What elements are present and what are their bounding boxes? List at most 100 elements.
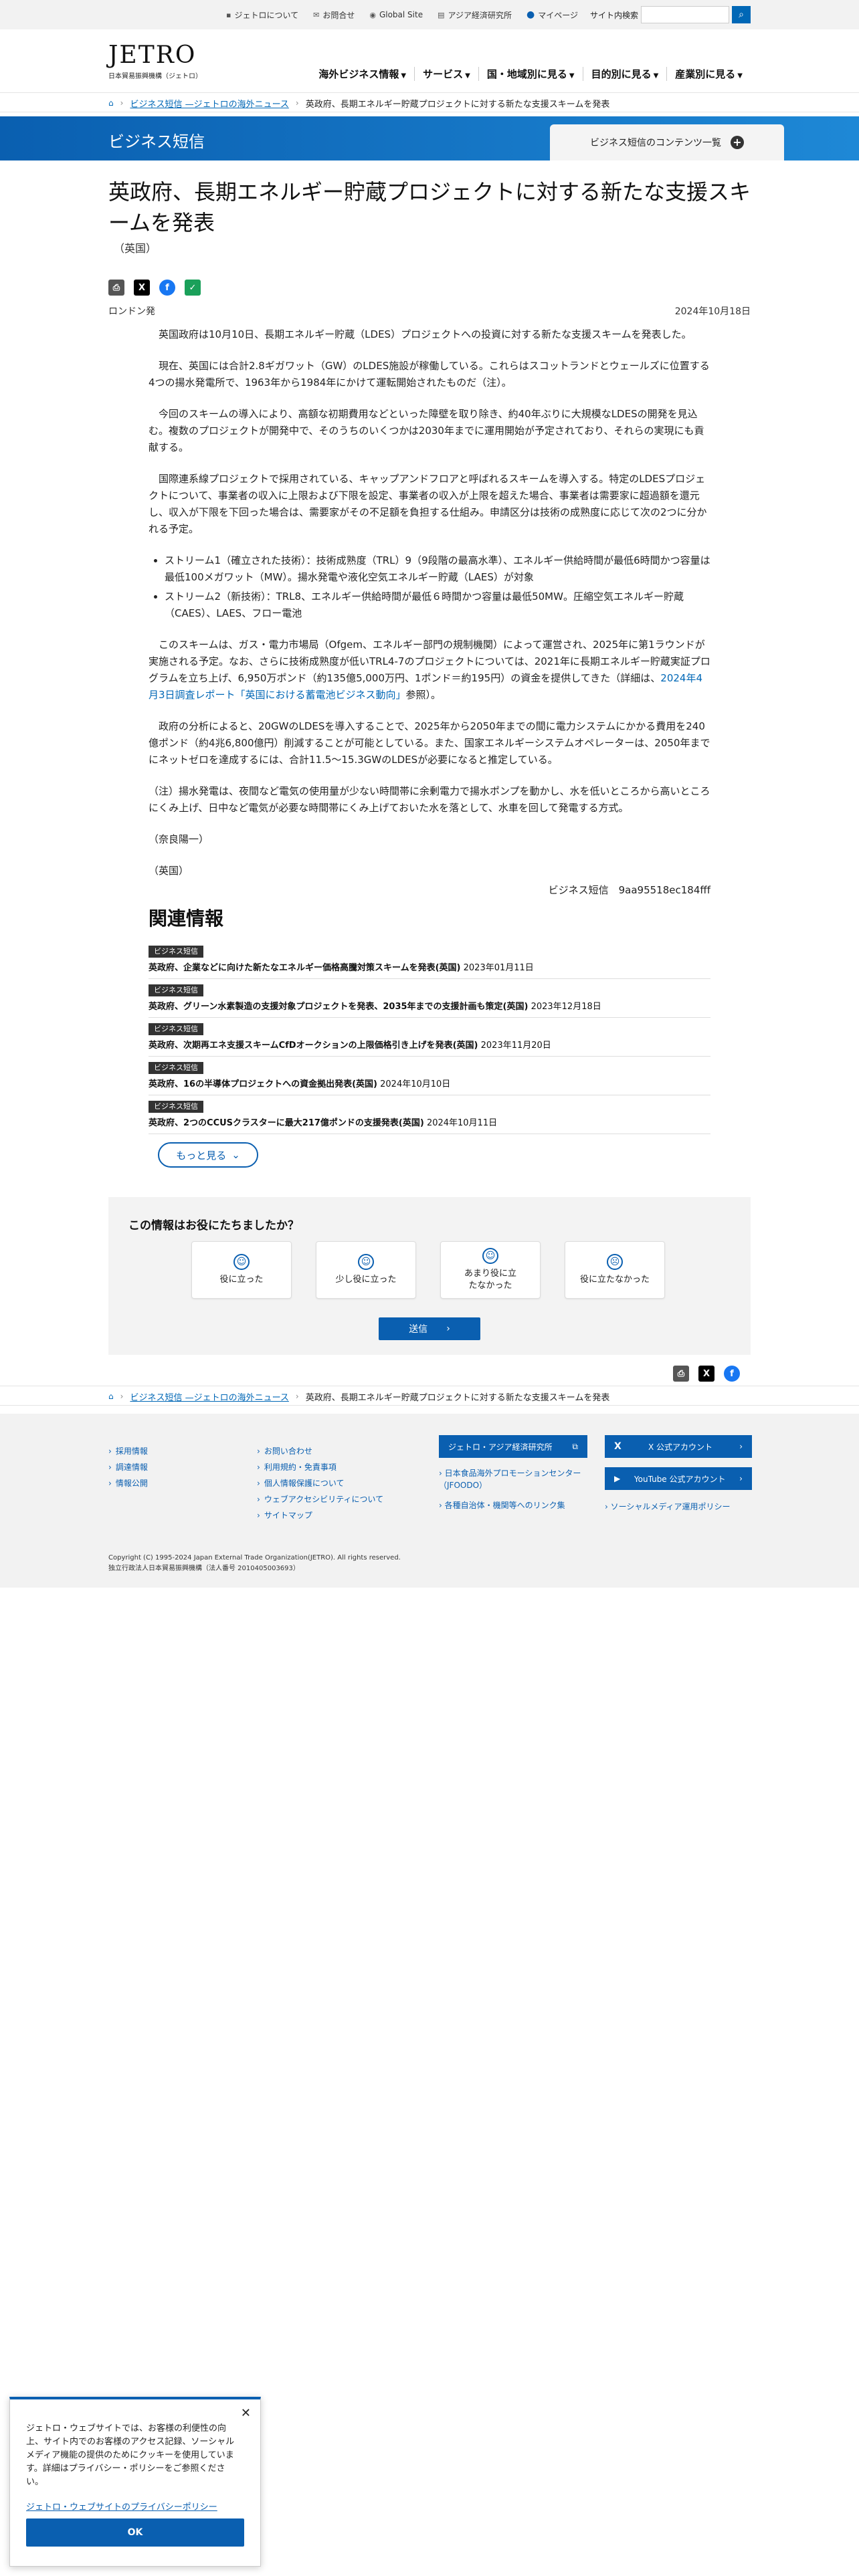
- search-button[interactable]: ⌕: [732, 6, 751, 23]
- article-date: 2024年10月18日: [674, 306, 751, 317]
- footer-link-sitemap[interactable]: サイトマップ: [257, 1507, 383, 1523]
- x-account-button[interactable]: XX 公式アカウント ›: [605, 1435, 752, 1458]
- survey-option-somewhat-helpful[interactable]: ☺ 少し役に立った: [316, 1241, 416, 1299]
- gnav-overseas-business[interactable]: 海外ビジネス情報 ▼: [310, 67, 414, 81]
- x-logo-icon: X: [614, 1441, 622, 1452]
- related-item[interactable]: ビジネス短信 英政府、次期再エネ支援スキームCfDオークションの上限価格引き上げ…: [149, 1018, 710, 1057]
- survey-option-not-helpful[interactable]: ☹ 役に立たなかった: [565, 1241, 665, 1299]
- chevron-right-icon: ›: [295, 98, 299, 108]
- bookmark-share-icon[interactable]: ✓: [185, 280, 201, 296]
- footer-link-careers[interactable]: 採用情報: [108, 1443, 148, 1459]
- footer-link-procurement[interactable]: 調達情報: [108, 1459, 148, 1475]
- category-badge: ビジネス短信: [149, 1062, 203, 1074]
- chevron-right-icon: ›: [120, 1392, 124, 1401]
- footer-col-1: 採用情報 調達情報 情報公開: [108, 1443, 148, 1491]
- breadcrumb-link-news[interactable]: ビジネス短信 —ジェトロの海外ニュース: [130, 97, 288, 110]
- share-bar-bottom: ⎙ X f: [673, 1366, 740, 1382]
- footer-link-disclosure[interactable]: 情報公開: [108, 1475, 148, 1491]
- survey-option-not-very-helpful[interactable]: ☺ あまり役に立たなかった: [440, 1241, 541, 1299]
- related-heading: 関連情報: [149, 907, 224, 930]
- paragraph: 英国政府は10月10日、長期エネルギー貯蔵（LDES）プロジェクトへの投資に対す…: [159, 328, 692, 340]
- facebook-share-icon[interactable]: f: [159, 280, 175, 296]
- gnav-by-purpose[interactable]: 目的別に見る ▼: [582, 67, 667, 81]
- util-link-about[interactable]: ▪ ジェトロについて: [226, 9, 298, 21]
- breadcrumb-current: 英政府、長期エネルギー貯蔵プロジェクトに対する新たな支援スキームを発表: [305, 1392, 610, 1403]
- util-link-ide[interactable]: ▤ アジア経済研究所: [438, 9, 512, 21]
- stream-list: ストリーム1（確立された技術）：技術成熟度（TRL）9（9段階の最高水準）、エネ…: [165, 552, 710, 622]
- breadcrumb-current: 英政府、長期エネルギー貯蔵プロジェクトに対する新たな支援スキームを発表: [305, 99, 610, 110]
- close-icon[interactable]: ✕: [241, 2406, 251, 2420]
- util-link-global[interactable]: ◉ Global Site: [369, 10, 423, 19]
- breadcrumb-link-news[interactable]: ビジネス短信 —ジェトロの海外ニュース: [130, 1390, 288, 1403]
- chevron-right-icon: ›: [739, 1474, 743, 1483]
- smile-icon: ☺: [233, 1254, 250, 1270]
- chevron-down-icon: ▼: [401, 72, 407, 80]
- gnav-services[interactable]: サービス ▼: [414, 67, 478, 81]
- ide-button[interactable]: ジェトロ・アジア経済研究所 ⧉: [439, 1435, 587, 1458]
- facebook-share-icon[interactable]: f: [724, 1366, 740, 1382]
- cookie-consent-dialog: ✕ ジェトロ・ウェブサイトでは、お客様の利便性の向上、サイト内でのお客様のアクセ…: [9, 2397, 261, 2567]
- x-share-icon[interactable]: X: [134, 280, 150, 296]
- show-more-button[interactable]: もっと見る ⌄: [158, 1142, 258, 1168]
- plus-icon: +: [731, 136, 744, 149]
- chevron-down-icon: ▼: [569, 72, 575, 80]
- jetro-logo[interactable]: JETRO 日本貿易振興機構（ジェトロ）: [108, 41, 202, 80]
- survey-option-helpful[interactable]: ☺ 役に立った: [191, 1241, 292, 1299]
- footer-link-accessibility[interactable]: ウェブアクセシビリティについて: [257, 1491, 383, 1507]
- util-link-contact[interactable]: ✉ お問合せ: [313, 9, 355, 21]
- section-banner: ビジネス短信 ビジネス短信のコンテンツ一覧 +: [0, 116, 859, 160]
- cookie-ok-button[interactable]: OK: [26, 2518, 244, 2547]
- article-dateline: ロンドン発 2024年10月18日: [108, 304, 751, 318]
- related-item[interactable]: ビジネス短信 英政府、企業などに向けた新たなエネルギー価格高騰対策スキームを発表…: [149, 940, 710, 979]
- article-body: 英国政府は10月10日、長期エネルギー貯蔵（LDES）プロジェクトへの投資に対す…: [149, 326, 710, 914]
- site-header: JETRO 日本貿易振興機構（ジェトロ） 海外ビジネス情報 ▼ サービス ▼ 国・地…: [0, 29, 859, 96]
- globe-icon: ◉: [369, 10, 376, 19]
- privacy-policy-link[interactable]: ジェトロ・ウェブサイトのプライバシーポリシー: [26, 2500, 217, 2512]
- footer-link-social-policy[interactable]: › ソーシャルメディア運用ポリシー: [605, 1501, 731, 1513]
- home-icon[interactable]: ⌂: [108, 98, 114, 108]
- logo-wordmark: JETRO: [108, 41, 197, 69]
- paragraph: 現在、英国には合計2.8ギガワット（GW）のLDES施設が稼働している。これらは…: [149, 360, 710, 389]
- utility-bar: ▪ ジェトロについて ✉ お問合せ ◉ Global Site ▤ アジア経済研究所 ●…: [0, 0, 859, 29]
- paragraph: このスキームは、ガス・電力市場局（Ofgem、エネルギー部門の規制機関）によって…: [149, 639, 710, 701]
- related-item[interactable]: ビジネス短信 英政府、グリーン水素製造の支援対象プロジェクトを発表、2035年ま…: [149, 979, 710, 1018]
- footer-col-2: お問い合わせ 利用規約・免責事項 個人情報保護について ウェブアクセシビリティに…: [257, 1443, 383, 1523]
- site-search-input[interactable]: [641, 6, 729, 23]
- footer-link-local[interactable]: › 各種自治体・機関等へのリンク集: [439, 1499, 565, 1511]
- chevron-right-icon: ›: [739, 1442, 743, 1451]
- gnav-by-region[interactable]: 国・地域別に見る ▼: [478, 67, 583, 81]
- logo-subtitle: 日本貿易振興機構（ジェトロ）: [108, 73, 202, 80]
- chevron-down-icon: ▼: [737, 72, 743, 80]
- survey-submit-button[interactable]: 送信 ›: [379, 1317, 480, 1340]
- global-nav: 海外ビジネス情報 ▼ サービス ▼ 国・地域別に見る ▼ 目的別に見る ▼ 産業別に見る…: [310, 67, 751, 81]
- youtube-account-button[interactable]: ▶ YouTube 公式アカウント ›: [605, 1467, 752, 1490]
- external-link-icon: ⧉: [572, 1441, 578, 1451]
- print-icon[interactable]: ⎙: [673, 1366, 689, 1382]
- print-icon[interactable]: ⎙: [108, 280, 124, 296]
- article-signature: ビジネス短信 9aa95518ec184fff: [548, 884, 710, 896]
- util-link-mypage[interactable]: ● マイページ: [527, 9, 578, 21]
- footer-link-jfoodo[interactable]: › 日本食品海外プロモーションセンター（JFOODO）: [439, 1467, 590, 1491]
- related-item[interactable]: ビジネス短信 英政府、16の半導体プロジェクトへの資金拠出発表(英国) 2024…: [149, 1057, 710, 1095]
- list-item: ストリーム2（新技術）：TRL8、エネルギー供給時間が最低６時間かつ容量は最低5…: [165, 588, 710, 622]
- category-badge: ビジネス短信: [149, 984, 203, 996]
- article-place: ロンドン発: [108, 306, 155, 317]
- related-item[interactable]: ビジネス短信 英政府、2つのCCUSクラスターに最大217億ポンドの支援発表(英…: [149, 1095, 710, 1134]
- smile-icon: ☺: [358, 1254, 374, 1270]
- gnav-by-industry[interactable]: 産業別に見る ▼: [666, 67, 751, 81]
- chevron-down-icon: ▼: [465, 72, 470, 80]
- survey-question: この情報はお役にたちましたか？: [128, 1219, 299, 1232]
- x-share-icon[interactable]: X: [698, 1366, 714, 1382]
- article-country: （英国）: [114, 242, 157, 255]
- chevron-right-icon: ›: [446, 1323, 450, 1334]
- content-list-tab[interactable]: ビジネス短信のコンテンツ一覧 +: [550, 124, 784, 160]
- home-icon[interactable]: ⌂: [108, 1392, 114, 1401]
- utility-links: ▪ ジェトロについて ✉ お問合せ ◉ Global Site ▤ アジア経済研究所 ●…: [226, 0, 578, 29]
- footer-link-contact[interactable]: お問い合わせ: [257, 1443, 383, 1459]
- section-title: ビジネス短信: [108, 132, 205, 151]
- neutral-face-icon: ☺: [482, 1248, 498, 1264]
- footer-link-privacy[interactable]: 個人情報保護について: [257, 1475, 383, 1491]
- breadcrumb-bottom: ⌂ › ビジネス短信 —ジェトロの海外ニュース › 英政府、長期エネルギー貯蔵プ…: [0, 1386, 859, 1406]
- category-badge: ビジネス短信: [149, 1101, 203, 1113]
- footer-link-terms[interactable]: 利用規約・免責事項: [257, 1459, 383, 1475]
